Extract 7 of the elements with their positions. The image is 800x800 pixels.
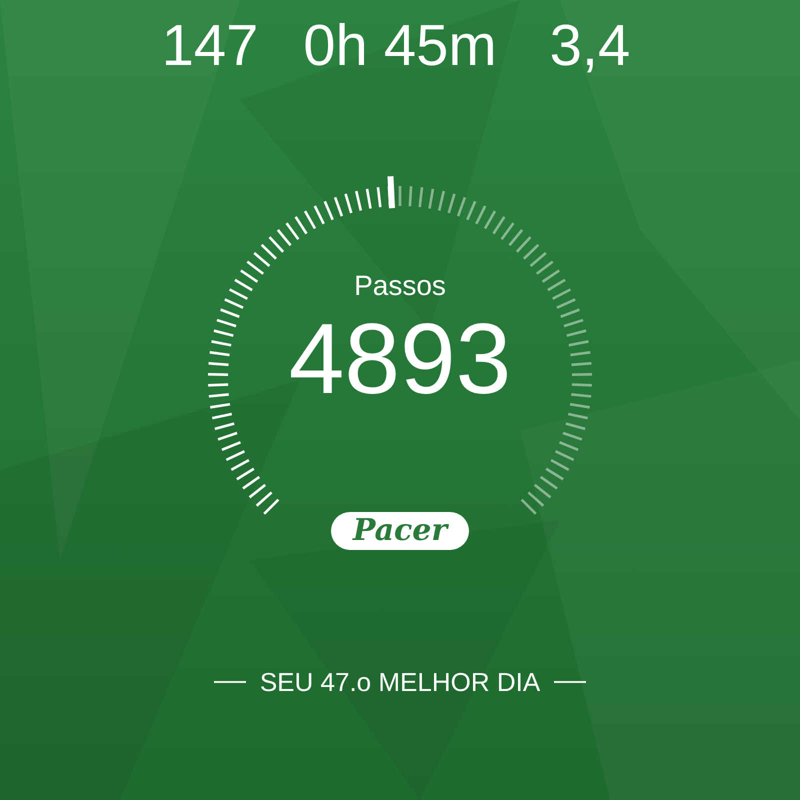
- steps-label: Passos: [354, 269, 446, 303]
- steps-count: 4893: [288, 307, 512, 411]
- stat-value: 0h 45m: [303, 14, 497, 78]
- stat-value: 147: [162, 14, 258, 78]
- stat-value: 3,4: [550, 14, 630, 78]
- logo: Pacer: [330, 512, 470, 550]
- rank-text: SEU 47.o MELHOR DIA: [260, 666, 540, 698]
